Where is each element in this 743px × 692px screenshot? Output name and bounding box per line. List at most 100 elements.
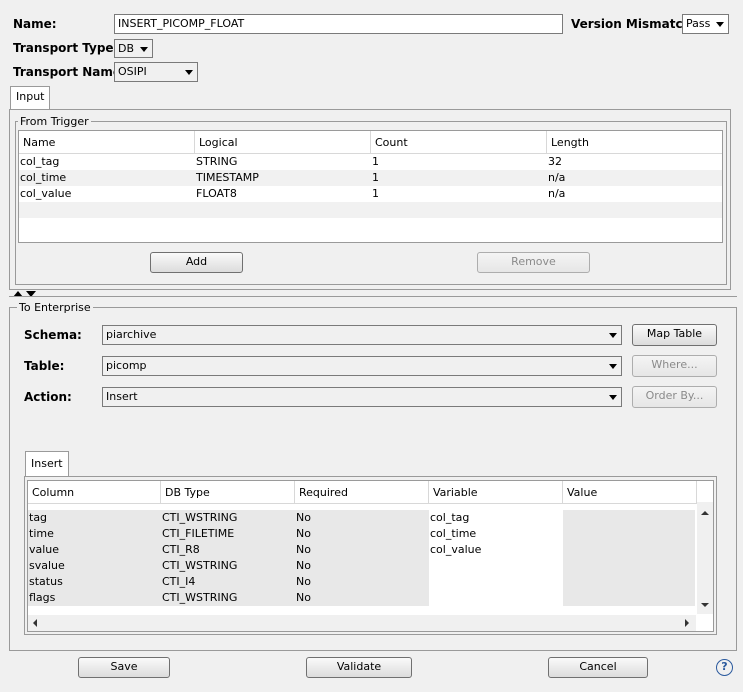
vertical-scrollbar[interactable] xyxy=(697,502,713,614)
cell-db-type: CTI_I4 xyxy=(161,574,295,590)
tab-insert[interactable]: Insert xyxy=(25,451,69,477)
table-select[interactable]: picomp xyxy=(102,356,622,376)
cell-logical: STRING xyxy=(196,155,238,168)
cell-count: 1 xyxy=(372,171,379,184)
cell-variable[interactable]: col_time xyxy=(429,526,563,542)
add-button[interactable]: Add xyxy=(150,252,243,273)
cell-required: No xyxy=(295,558,429,574)
cell-variable[interactable] xyxy=(429,590,563,606)
cell-column: time xyxy=(28,526,161,542)
cell-value[interactable] xyxy=(563,558,695,574)
transport-type-select[interactable]: DB xyxy=(114,39,153,58)
column-header-column[interactable]: Column xyxy=(28,481,161,503)
name-field[interactable]: INSERT_PICOMP_FLOAT xyxy=(114,14,563,34)
trigger-table: Name Logical Count Length col_tag STRING… xyxy=(18,130,723,243)
cell-column: flags xyxy=(28,590,161,606)
cell-db-type: CTI_FILETIME xyxy=(161,526,295,542)
column-header-required[interactable]: Required xyxy=(295,481,429,503)
cell-value[interactable] xyxy=(563,590,695,606)
cell-db-type: CTI_WSTRING xyxy=(161,558,295,574)
scroll-right-icon[interactable] xyxy=(684,619,690,627)
cell-length: n/a xyxy=(548,171,566,184)
transport-type-value: DB xyxy=(118,42,135,55)
cell-variable[interactable]: col_tag xyxy=(429,510,563,526)
name-label: Name: xyxy=(13,17,57,31)
help-icon[interactable]: ? xyxy=(716,659,733,676)
table-row[interactable]: col_tag STRING 1 32 xyxy=(19,154,722,170)
cell-variable[interactable] xyxy=(429,558,563,574)
save-button[interactable]: Save xyxy=(78,657,170,678)
cell-required: No xyxy=(295,542,429,558)
cell-length: n/a xyxy=(548,187,566,200)
column-header-variable[interactable]: Variable xyxy=(429,481,563,503)
order-by-button[interactable]: Order By... xyxy=(632,386,717,408)
insert-table-header: Column DB Type Required Variable Value xyxy=(28,481,713,504)
cell-length: 32 xyxy=(548,155,562,168)
cell-name: col_tag xyxy=(20,155,60,168)
table-row[interactable]: svalue CTI_WSTRING No xyxy=(28,558,713,574)
column-header-db-type[interactable]: DB Type xyxy=(161,481,295,503)
validate-button[interactable]: Validate xyxy=(306,657,412,678)
cell-value[interactable] xyxy=(563,574,695,590)
table-row[interactable]: col_value FLOAT8 1 n/a xyxy=(19,186,722,202)
chevron-down-icon xyxy=(609,395,617,400)
transport-type-label: Transport Type: xyxy=(13,41,119,55)
cell-value[interactable] xyxy=(563,510,695,526)
table-row[interactable]: value CTI_R8 No col_value xyxy=(28,542,713,558)
cell-value[interactable] xyxy=(563,526,695,542)
to-enterprise-title: To Enterprise xyxy=(17,301,93,314)
action-select[interactable]: Insert xyxy=(102,387,622,407)
map-table-button[interactable]: Map Table xyxy=(632,324,717,346)
cell-value[interactable] xyxy=(563,542,695,558)
horizontal-scrollbar[interactable] xyxy=(28,615,696,631)
column-header-value[interactable]: Value xyxy=(563,481,697,503)
trigger-table-header: Name Logical Count Length xyxy=(19,131,722,154)
column-header-logical[interactable]: Logical xyxy=(195,131,371,153)
column-header-count[interactable]: Count xyxy=(371,131,547,153)
cell-name: col_value xyxy=(20,187,72,200)
cell-name: col_time xyxy=(20,171,67,184)
table-value: picomp xyxy=(106,359,147,372)
schema-select[interactable]: piarchive xyxy=(102,325,622,345)
cell-required: No xyxy=(295,574,429,590)
cell-db-type: CTI_R8 xyxy=(161,542,295,558)
schema-value: piarchive xyxy=(106,328,157,341)
chevron-down-icon xyxy=(140,46,148,52)
version-mismatch-label: Version Mismatch: xyxy=(571,17,696,31)
splitter-bar[interactable] xyxy=(9,296,737,297)
table-label: Table: xyxy=(24,359,65,373)
transport-name-select[interactable]: OSIPI xyxy=(114,62,198,82)
version-mismatch-value: Pass xyxy=(686,17,711,30)
table-row[interactable]: time CTI_FILETIME No col_time xyxy=(28,526,713,542)
table-row[interactable]: status CTI_I4 No xyxy=(28,574,713,590)
remove-button[interactable]: Remove xyxy=(477,252,590,273)
cell-db-type: CTI_WSTRING xyxy=(161,590,295,606)
cell-count: 1 xyxy=(372,187,379,200)
table-row[interactable]: col_time TIMESTAMP 1 n/a xyxy=(19,170,722,186)
table-row[interactable]: flags CTI_WSTRING No xyxy=(28,590,713,606)
table-row[interactable]: tag CTI_WSTRING No col_tag xyxy=(28,510,713,526)
cancel-button[interactable]: Cancel xyxy=(548,657,648,678)
from-trigger-title: From Trigger xyxy=(18,115,91,128)
column-header-name[interactable]: Name xyxy=(19,131,195,153)
scroll-down-icon[interactable] xyxy=(701,602,709,608)
where-button[interactable]: Where... xyxy=(632,355,717,377)
cell-required: No xyxy=(295,510,429,526)
cell-count: 1 xyxy=(372,155,379,168)
tab-input[interactable]: Input xyxy=(10,86,51,110)
cell-variable[interactable]: col_value xyxy=(429,542,563,558)
cell-required: No xyxy=(295,590,429,606)
cell-variable[interactable] xyxy=(429,574,563,590)
scroll-left-icon[interactable] xyxy=(32,619,38,627)
empty-row xyxy=(19,202,722,218)
transport-name-value: OSIPI xyxy=(118,65,147,78)
cell-required: No xyxy=(295,526,429,542)
cell-logical: FLOAT8 xyxy=(196,187,237,200)
version-mismatch-select[interactable]: Pass xyxy=(682,14,729,34)
column-header-length[interactable]: Length xyxy=(547,131,722,153)
chevron-down-icon xyxy=(185,70,193,75)
cell-column: status xyxy=(28,574,161,590)
cell-column: svalue xyxy=(28,558,161,574)
scroll-up-icon[interactable] xyxy=(701,510,709,516)
chevron-down-icon xyxy=(609,364,617,369)
